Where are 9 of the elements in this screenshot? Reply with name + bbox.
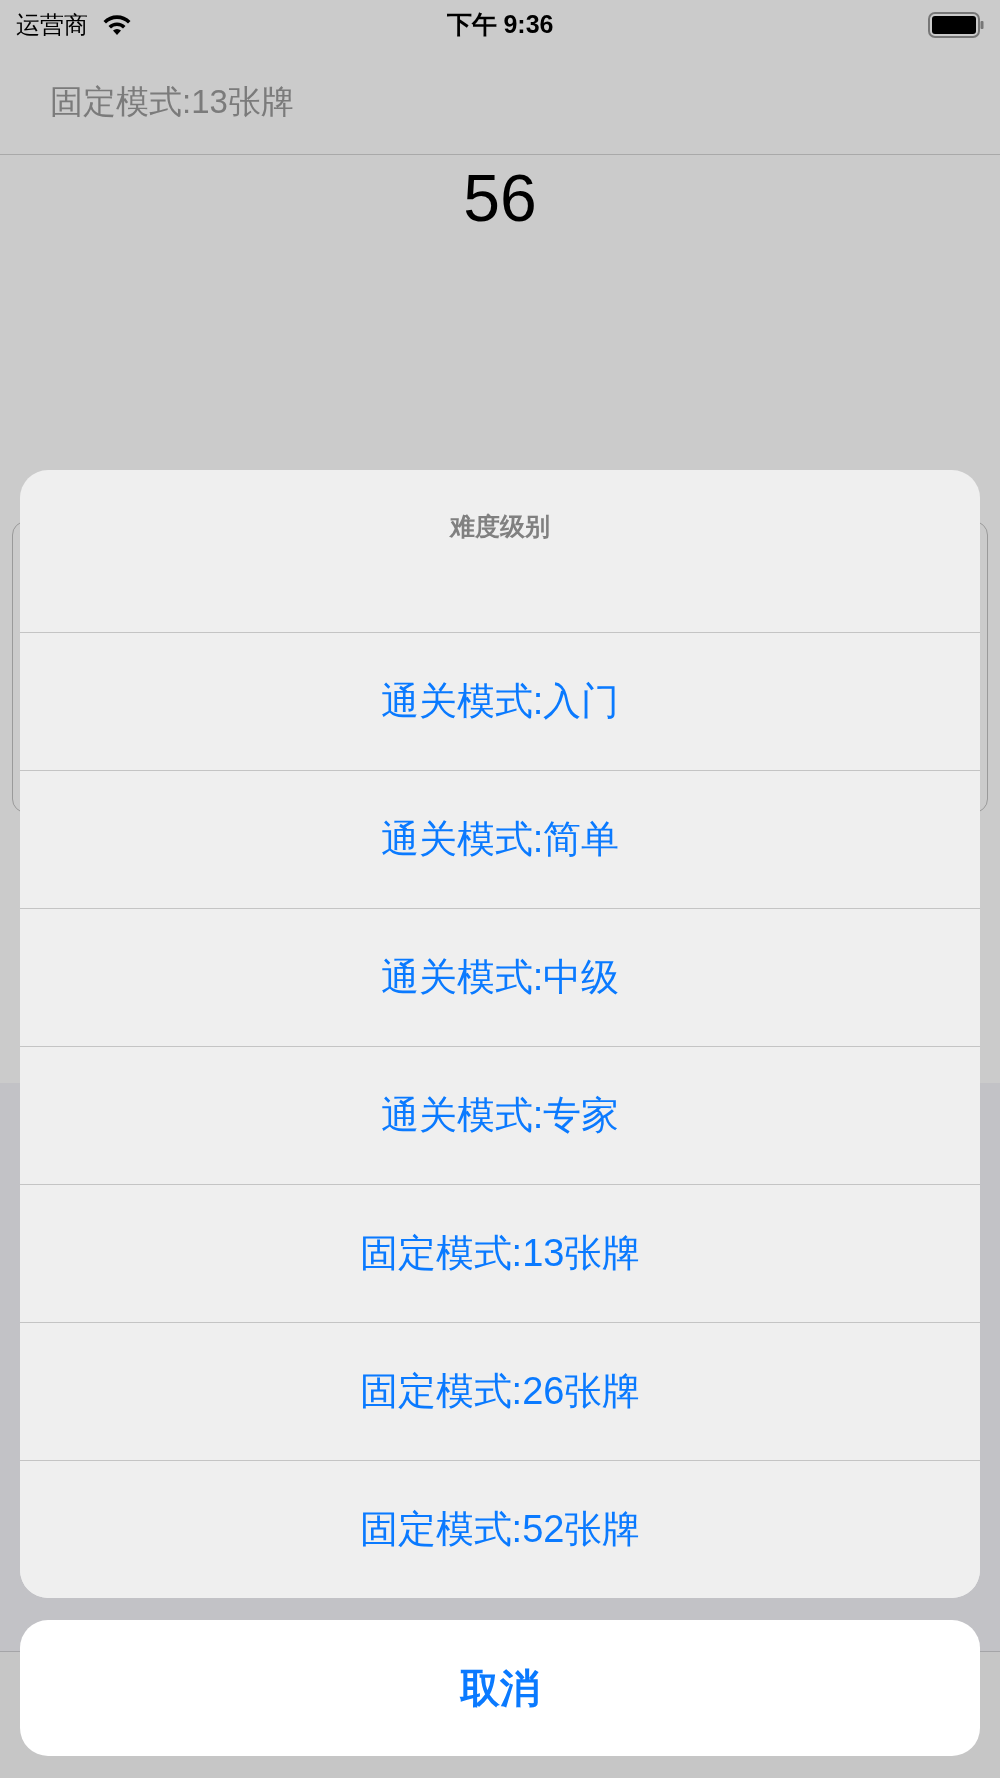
status-time: 下午 9:36 (446, 9, 554, 41)
cancel-button[interactable]: 取消 (20, 1620, 980, 1756)
sheet-option[interactable]: 固定模式:52张牌 (20, 1460, 980, 1598)
wifi-icon (102, 14, 132, 36)
battery-icon (928, 12, 984, 38)
sheet-title: 难度级别 (450, 511, 550, 542)
nav-title: 固定模式:13张牌 (50, 82, 294, 123)
carrier-label: 运营商 (16, 10, 88, 40)
score-number: 56 (463, 165, 537, 231)
